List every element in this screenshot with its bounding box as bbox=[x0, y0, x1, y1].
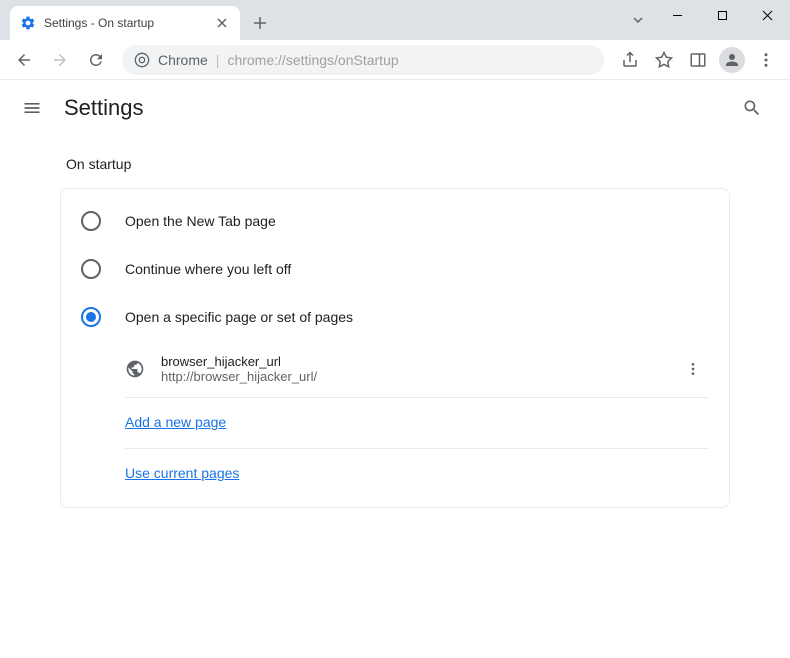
kebab-icon[interactable] bbox=[677, 353, 709, 385]
radio-label: Open the New Tab page bbox=[125, 213, 276, 229]
browser-toolbar: Chrome | chrome://settings/onStartup bbox=[0, 40, 790, 80]
profile-avatar[interactable] bbox=[716, 44, 748, 76]
bookmark-icon[interactable] bbox=[648, 44, 680, 76]
maximize-button[interactable] bbox=[700, 0, 745, 30]
tab-title: Settings - On startup bbox=[44, 16, 206, 30]
radio-specific-pages[interactable]: Open a specific page or set of pages bbox=[61, 293, 729, 341]
address-bar[interactable]: Chrome | chrome://settings/onStartup bbox=[122, 45, 604, 75]
hamburger-icon[interactable] bbox=[20, 96, 44, 120]
radio-new-tab[interactable]: Open the New Tab page bbox=[61, 197, 729, 245]
omnibox-prefix: Chrome bbox=[158, 52, 208, 68]
page-name: browser_hijacker_url bbox=[161, 354, 661, 369]
gear-icon bbox=[20, 15, 36, 31]
menu-icon[interactable] bbox=[750, 44, 782, 76]
settings-content: On startup Open the New Tab page Continu… bbox=[0, 136, 790, 528]
page-url: http://browser_hijacker_url/ bbox=[161, 369, 661, 384]
chrome-icon bbox=[134, 52, 150, 68]
page-info: browser_hijacker_url http://browser_hija… bbox=[161, 354, 661, 384]
browser-tab[interactable]: Settings - On startup bbox=[10, 6, 240, 40]
back-button[interactable] bbox=[8, 44, 40, 76]
radio-continue[interactable]: Continue where you left off bbox=[61, 245, 729, 293]
use-current-row: Use current pages bbox=[125, 449, 709, 499]
startup-page-entry: browser_hijacker_url http://browser_hija… bbox=[125, 341, 709, 398]
window-controls bbox=[621, 0, 790, 40]
forward-button[interactable] bbox=[44, 44, 76, 76]
omnibox-url: chrome://settings/onStartup bbox=[227, 52, 592, 68]
radio-icon bbox=[81, 211, 101, 231]
settings-header: Settings bbox=[0, 80, 790, 136]
browser-titlebar: Settings - On startup bbox=[0, 0, 790, 40]
close-icon[interactable] bbox=[214, 15, 230, 31]
share-icon[interactable] bbox=[614, 44, 646, 76]
use-current-link[interactable]: Use current pages bbox=[125, 465, 239, 481]
specific-pages-panel: browser_hijacker_url http://browser_hija… bbox=[61, 341, 729, 499]
side-panel-icon[interactable] bbox=[682, 44, 714, 76]
radio-icon bbox=[81, 307, 101, 327]
globe-icon bbox=[125, 359, 145, 379]
new-tab-button[interactable] bbox=[246, 9, 274, 37]
radio-label: Continue where you left off bbox=[125, 261, 291, 277]
section-title: On startup bbox=[60, 156, 730, 172]
close-button[interactable] bbox=[745, 0, 790, 30]
reload-button[interactable] bbox=[80, 44, 112, 76]
page-title: Settings bbox=[64, 95, 714, 121]
search-icon[interactable] bbox=[734, 90, 770, 126]
add-page-row: Add a new page bbox=[125, 398, 709, 449]
minimize-button[interactable] bbox=[655, 0, 700, 30]
omnibox-divider: | bbox=[216, 52, 220, 68]
radio-label: Open a specific page or set of pages bbox=[125, 309, 353, 325]
chevron-down-icon[interactable] bbox=[621, 0, 655, 40]
add-page-link[interactable]: Add a new page bbox=[125, 414, 226, 430]
radio-icon bbox=[81, 259, 101, 279]
startup-card: Open the New Tab page Continue where you… bbox=[60, 188, 730, 508]
